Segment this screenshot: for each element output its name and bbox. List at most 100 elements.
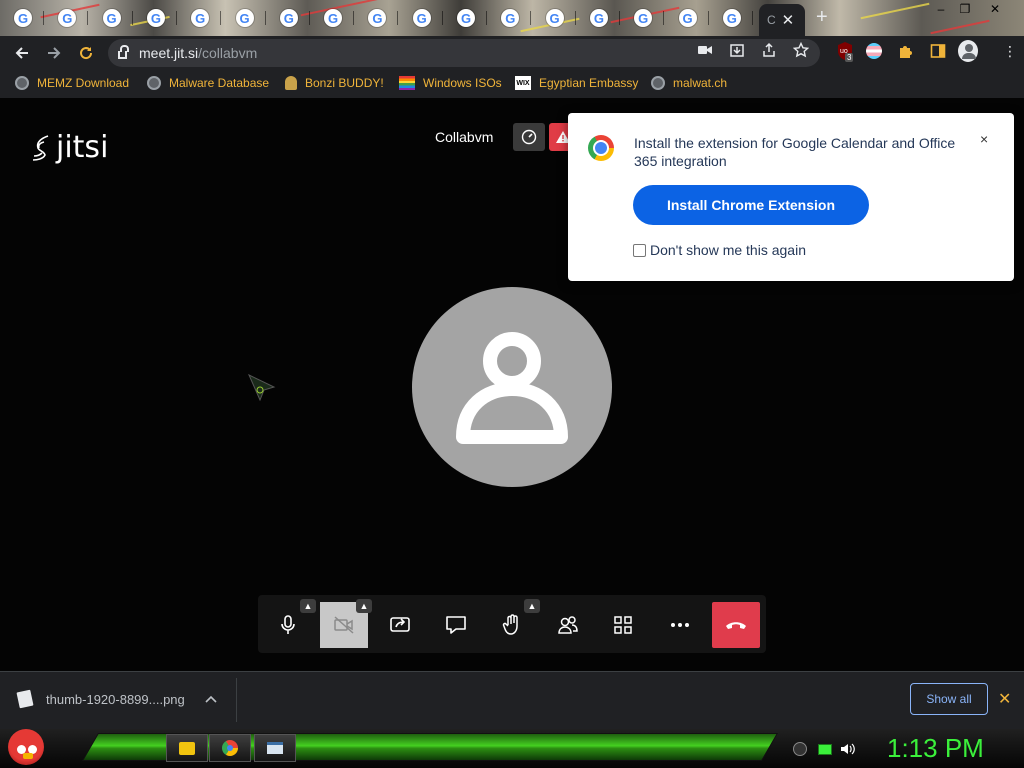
tray-network-icon[interactable]	[792, 741, 808, 757]
google-favicon-icon: G	[722, 9, 741, 27]
active-tab[interactable]: C ✕	[759, 4, 805, 36]
taskbar-chrome[interactable]	[209, 734, 251, 762]
forward-arrow-icon	[48, 47, 61, 59]
reactions-chevron-icon[interactable]: ▲	[524, 599, 540, 613]
microphone-icon	[281, 615, 295, 634]
globe-icon	[147, 76, 161, 90]
more-dots-icon	[671, 623, 689, 627]
audio-options-chevron-icon[interactable]: ▲	[300, 599, 316, 613]
globe-icon	[651, 76, 665, 90]
browser-tab[interactable]: G	[95, 5, 133, 31]
start-button-angry-bird-icon[interactable]	[8, 729, 44, 765]
participants-button[interactable]	[544, 602, 592, 648]
google-favicon-icon: G	[412, 9, 431, 27]
share-icon[interactable]	[760, 42, 778, 58]
browser-tab[interactable]: G	[493, 5, 532, 31]
google-favicon-icon: G	[324, 9, 343, 27]
google-favicon-icon: G	[545, 9, 564, 27]
chrome-menu-icon[interactable]: ⋮	[1000, 41, 1020, 61]
forward-button[interactable]	[42, 42, 66, 64]
google-favicon-icon: G	[457, 9, 475, 27]
chat-button[interactable]	[432, 602, 480, 648]
browser-tab[interactable]: G	[316, 5, 355, 31]
video-options-chevron-icon[interactable]: ▲	[356, 599, 372, 613]
browser-tab[interactable]: G	[272, 5, 310, 31]
flag-extension-icon[interactable]	[864, 41, 884, 61]
maximize-button[interactable]: ❐	[952, 0, 978, 18]
jitsi-logo[interactable]: jitsi	[30, 130, 108, 165]
mouse-cursor-icon	[247, 373, 276, 409]
url-host: meet.jit.si	[139, 45, 199, 61]
tray-monitor-icon[interactable]	[817, 741, 833, 757]
browser-tab[interactable]: G	[139, 5, 177, 31]
download-filename: thumb-1920-8899....png	[46, 691, 185, 707]
bookmark-windows-isos[interactable]: Windows ISOs	[399, 76, 502, 90]
google-favicon-icon: G	[368, 9, 387, 27]
share-screen-button[interactable]	[376, 602, 424, 648]
bookmark-bonzi-buddy[interactable]: Bonzi BUDDY!	[285, 76, 384, 90]
bookmark-label: Windows ISOs	[423, 76, 502, 90]
tile-view-button[interactable]	[599, 602, 647, 648]
browser-tab[interactable]: G	[626, 5, 665, 31]
dont-show-again-option[interactable]: Don't show me this again	[633, 242, 806, 258]
chrome-logo-icon	[588, 135, 614, 161]
bookmark-malwatch[interactable]: malwat.ch	[651, 76, 727, 90]
chrome-icon	[222, 740, 238, 756]
lock-icon	[118, 45, 129, 59]
bookmarks-bar: MEMZ Download Malware Database Bonzi BUD…	[0, 70, 1024, 98]
browser-tab[interactable]: G	[50, 5, 89, 31]
ublock-icon[interactable]: uo 3	[835, 41, 855, 62]
google-favicon-icon: G	[634, 9, 653, 27]
download-item[interactable]: thumb-1920-8899....png	[16, 689, 185, 709]
bookmark-memz[interactable]: MEMZ Download	[15, 76, 129, 90]
performance-settings-button[interactable]	[513, 123, 545, 151]
install-extension-button[interactable]: Install Chrome Extension	[633, 185, 869, 225]
google-favicon-icon: G	[501, 9, 520, 27]
browser-tab[interactable]: G	[6, 5, 44, 31]
browser-tab[interactable]: G	[449, 5, 487, 31]
minimize-button[interactable]: –	[928, 0, 954, 18]
camera-icon[interactable]	[696, 42, 714, 58]
volume-icon[interactable]	[840, 741, 856, 757]
dont-show-checkbox[interactable]	[633, 243, 646, 257]
close-tab-icon[interactable]: ✕	[782, 11, 795, 29]
reload-button[interactable]	[74, 42, 98, 64]
bookmark-star-icon[interactable]	[792, 42, 810, 58]
browser-tab[interactable]: G	[360, 5, 399, 31]
show-all-downloads-button[interactable]: Show all	[910, 683, 988, 715]
taskbar-clock[interactable]: 1:13 PM	[887, 733, 984, 764]
google-favicon-icon: G	[14, 9, 32, 27]
install-app-icon[interactable]	[728, 42, 746, 58]
chat-icon	[446, 616, 466, 634]
download-bar: thumb-1920-8899....png Show all ✕	[0, 671, 1024, 729]
browser-tab[interactable]: G	[671, 5, 709, 31]
close-download-bar-icon[interactable]: ✕	[998, 689, 1011, 709]
download-options-chevron-icon[interactable]	[205, 690, 217, 706]
browser-tab[interactable]: G	[405, 5, 443, 31]
extension-badge: 3	[845, 53, 854, 62]
back-button[interactable]	[10, 42, 34, 64]
bookmark-egyptian-embassy[interactable]: WIX Egyptian Embassy	[515, 76, 638, 90]
leave-meeting-button[interactable]	[712, 602, 760, 648]
side-panel-icon[interactable]	[928, 41, 948, 61]
new-tab-button[interactable]: +	[816, 6, 828, 29]
taskbar-explorer[interactable]	[166, 734, 208, 762]
profile-avatar-icon[interactable]	[958, 40, 978, 62]
active-tab-label: C	[767, 13, 776, 27]
bookmark-malware-database[interactable]: Malware Database	[147, 76, 269, 90]
hangup-phone-icon	[726, 622, 746, 629]
browser-tab[interactable]: G	[538, 5, 576, 31]
wix-icon: WIX	[515, 76, 531, 90]
browser-tab[interactable]: G	[228, 5, 266, 31]
window-close-button[interactable]: ✕	[982, 0, 1008, 18]
url-path: /collabvm	[198, 45, 258, 61]
extensions-puzzle-icon[interactable]	[896, 41, 916, 61]
browser-tab[interactable]: G	[715, 5, 753, 31]
tile-grid-icon	[614, 616, 632, 634]
popup-close-icon[interactable]: ×	[980, 131, 988, 147]
camera-off-icon	[334, 616, 354, 634]
browser-tab[interactable]: G	[582, 5, 620, 31]
more-actions-button[interactable]	[656, 602, 704, 648]
browser-tab[interactable]: G	[183, 5, 222, 31]
taskbar-window[interactable]	[254, 734, 296, 762]
